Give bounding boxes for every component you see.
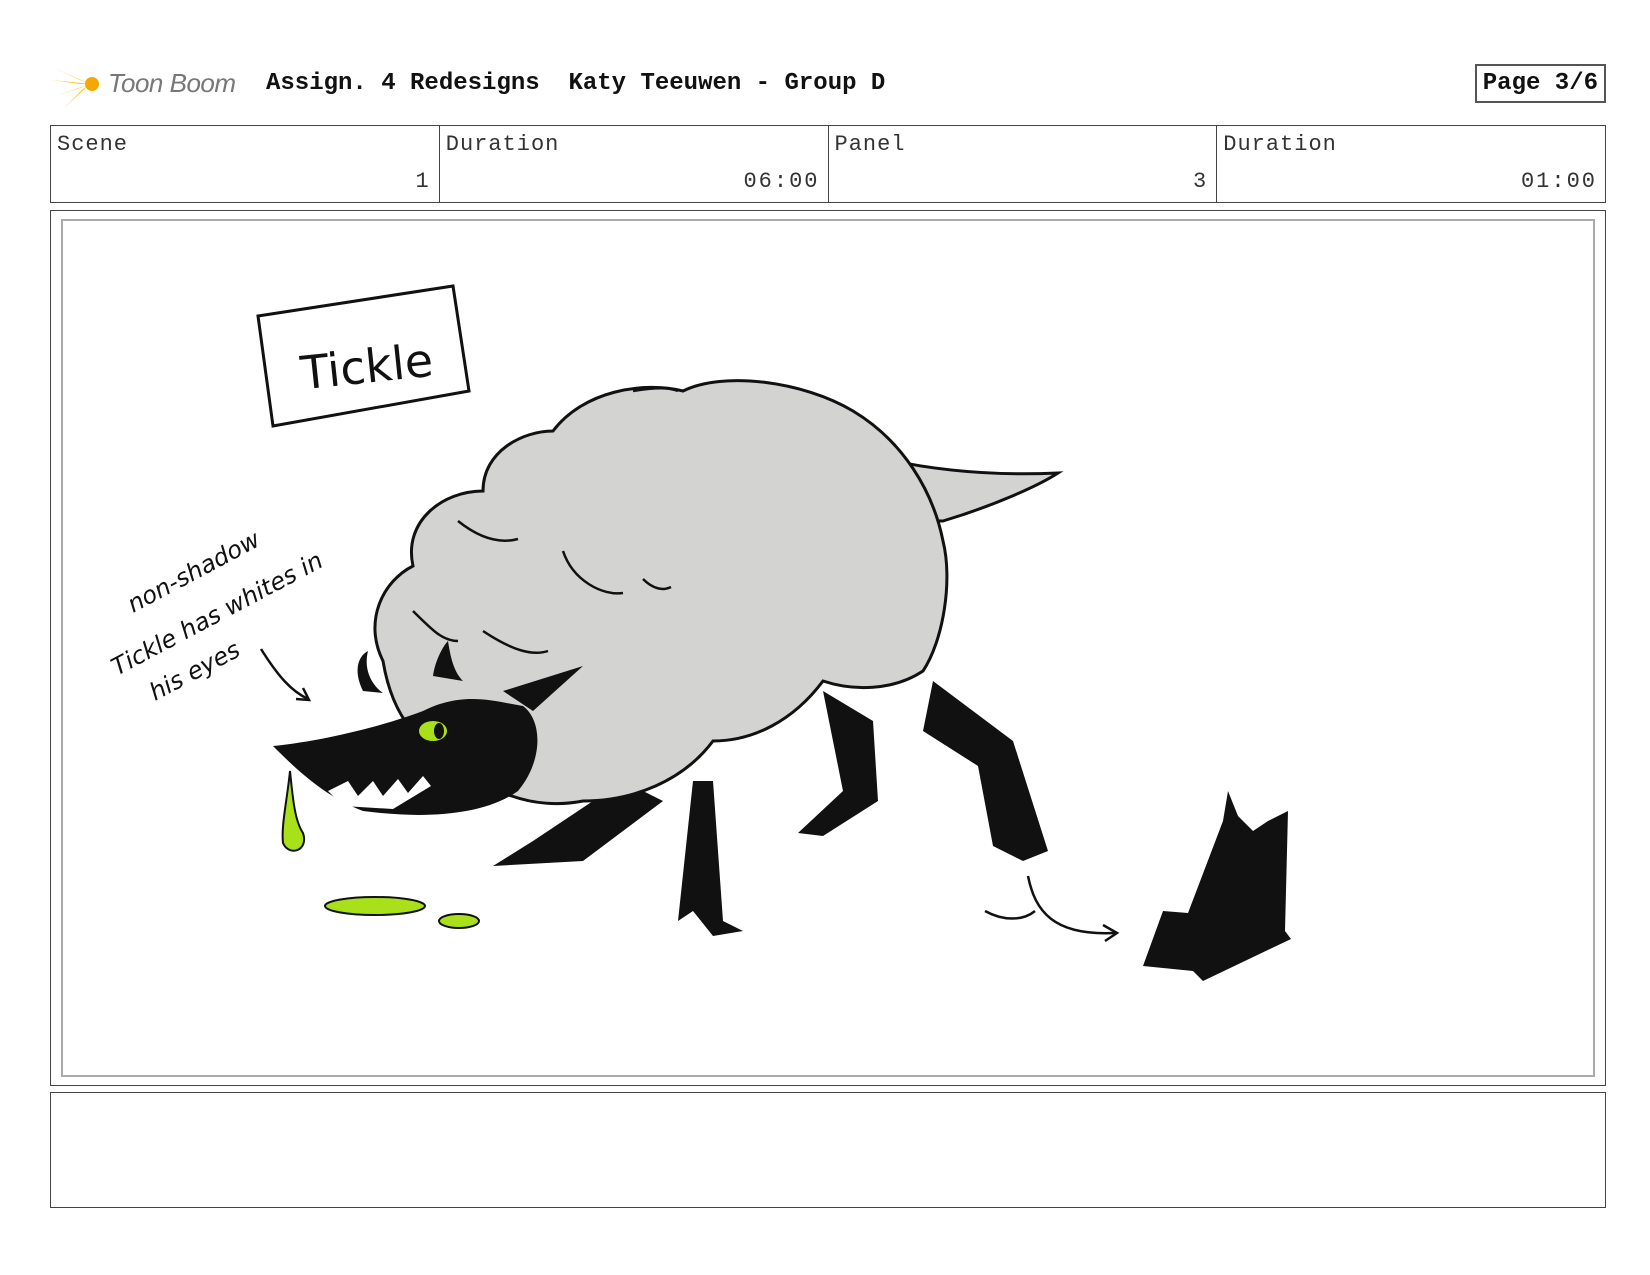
name-sign: Tickle bbox=[256, 284, 471, 428]
scene-cell: Scene 1 bbox=[51, 126, 440, 202]
panel-notes-box bbox=[50, 1092, 1606, 1208]
scene-label: Scene bbox=[57, 132, 129, 157]
panel-duration-value: 01:00 bbox=[1520, 169, 1597, 194]
scene-duration-label: Duration bbox=[445, 132, 560, 157]
note-arrow bbox=[259, 648, 309, 701]
scene-value: 1 bbox=[415, 169, 431, 194]
sign-text: Tickle bbox=[297, 333, 435, 401]
scene-duration-value: 06:00 bbox=[743, 169, 820, 194]
panel-label: Panel bbox=[834, 132, 906, 157]
panel-duration-cell: Duration 01:00 bbox=[1217, 126, 1605, 202]
page-indicator: Page 3/6 bbox=[1474, 64, 1606, 103]
storyboard-header: Toon Boom Assign. 4 Redesigns Katy Teeuw… bbox=[50, 58, 1606, 110]
annotation-note: non-shadow Tickle has whites in his eyes bbox=[107, 525, 328, 706]
logo-text: Toon Boom bbox=[108, 68, 236, 98]
project-title: Assign. 4 Redesigns Katy Teeuwen - Group… bbox=[266, 70, 886, 97]
scene-duration-cell: Duration 06:00 bbox=[440, 126, 829, 202]
panel-frame: Tickle non-shadow Tickle has whites in h… bbox=[50, 210, 1606, 1086]
toon-boom-logo: Toon Boom bbox=[50, 58, 250, 110]
panel-drawing-area: Tickle non-shadow Tickle has whites in h… bbox=[61, 219, 1595, 1077]
panel-cell: Panel 3 bbox=[829, 126, 1218, 202]
panel-duration-label: Duration bbox=[1223, 132, 1337, 157]
movement-arrow bbox=[984, 875, 1120, 943]
panel-illustration: Tickle non-shadow Tickle has whites in h… bbox=[107, 284, 1291, 981]
shadow-foot bbox=[1143, 791, 1291, 981]
scene-info-table: Scene 1 Duration 06:00 Panel 3 Duration … bbox=[50, 125, 1606, 203]
starburst-icon bbox=[52, 60, 99, 108]
panel-value: 3 bbox=[1193, 169, 1209, 194]
